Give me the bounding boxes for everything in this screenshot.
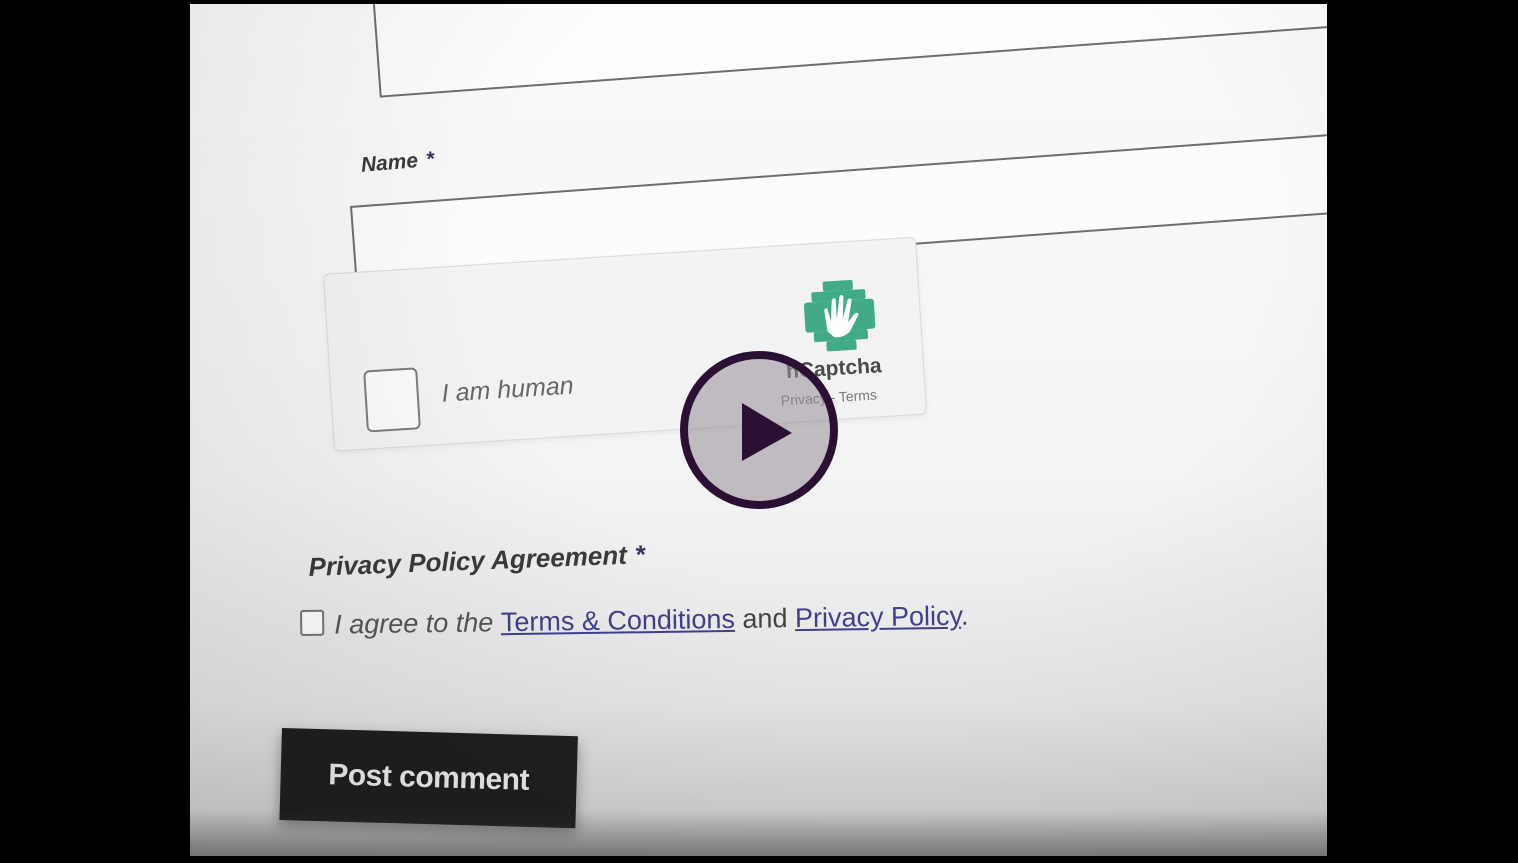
privacy-heading-text: Privacy Policy Agreement	[308, 539, 628, 582]
agree-suffix: .	[960, 600, 969, 631]
terms-link[interactable]: Terms & Conditions	[501, 604, 735, 637]
name-label-text: Name	[360, 149, 419, 177]
agree-checkbox[interactable]	[300, 609, 325, 636]
name-label: Name *	[360, 148, 435, 178]
comment-textarea[interactable]	[370, 4, 1327, 98]
play-icon	[742, 403, 792, 461]
privacy-required-marker: *	[634, 539, 646, 570]
hcaptcha-logo-icon	[803, 279, 876, 352]
privacy-agreement: I agree to the Terms & Conditions and Pr…	[300, 601, 969, 641]
video-player[interactable]: Name * I am human hCaptcha - Terms Priva…	[0, 0, 1518, 863]
human-checkbox[interactable]	[363, 367, 421, 433]
human-checkbox-label: I am human	[440, 371, 575, 408]
agree-prefix: I agree to the	[333, 607, 494, 640]
agree-conjunction: and	[742, 603, 788, 634]
privacy-heading: Privacy Policy Agreement *	[308, 539, 645, 583]
play-button[interactable]	[680, 351, 838, 509]
privacy-policy-link[interactable]: Privacy Policy	[795, 601, 961, 633]
post-comment-button[interactable]: Post comment	[279, 728, 578, 829]
required-marker: *	[424, 147, 436, 172]
